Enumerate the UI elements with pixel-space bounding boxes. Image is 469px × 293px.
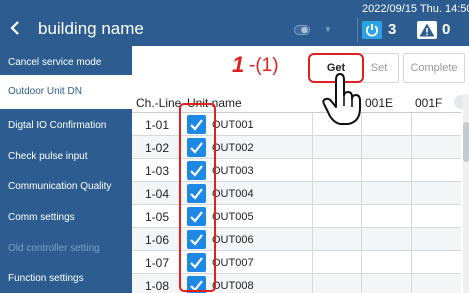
step-annotation-tag: -(1) [249,55,279,76]
unit-name-cell: OUT003 [212,165,254,177]
building-name-title: building name [38,19,144,38]
warning-icon [419,23,435,37]
ok-count: 3 [388,21,397,38]
warning-status-badge[interactable] [417,21,437,39]
grid-line [312,113,313,293]
ch-line-cell: 1-07 [145,256,170,270]
unit-name-cell: OUT001 [212,119,254,131]
sidebar-item-outdoor-unit-dn[interactable]: Outdoor Unit DN [0,75,132,109]
top-header: building name ▼ 2022/09/15 Thu. 14:50 3 … [0,0,469,46]
unit-name-cell: OUT004 [212,188,254,200]
power-icon [365,24,379,37]
back-button[interactable] [8,20,26,40]
hand-pointer-icon [322,73,361,125]
checkbox-column-highlight [179,103,216,292]
ch-line-cell: 1-08 [145,279,170,293]
scrollbar-thumb[interactable] [463,122,469,162]
sidebar-item-communication-quality[interactable]: Communication Quality [0,170,132,204]
grid-line [411,113,412,293]
ch-line-cell: 1-04 [145,187,170,201]
column-header-001f: 001F [415,96,443,110]
ch-line-cell: 1-01 [145,118,170,132]
power-status-badge[interactable] [362,21,382,39]
ch-line-cell: 1-06 [145,233,170,247]
column-header-001e: 001E [365,96,394,110]
unit-name-cell: OUT005 [212,211,254,223]
sidebar-item-old-controller-setting: Old controller setting [0,232,132,266]
sidebar-item-digital-io-confirmation[interactable]: Digtal IO Confirmation [0,109,132,143]
sidebar-item-comm-settings[interactable]: Comm settings [0,201,132,235]
step-annotation-number: 1 [232,52,245,77]
ch-line-cell: 1-02 [145,141,170,155]
vertical-scrollbar[interactable] [463,94,469,293]
toggle-icon[interactable] [294,24,310,36]
sidebar-item-check-pulse-input[interactable]: Check pulse input [0,140,132,174]
unit-name-cell: OUT006 [212,234,254,246]
unit-name-cell: OUT007 [212,257,254,269]
set-button[interactable]: Set [359,53,399,83]
ch-line-cell: 1-03 [145,164,170,178]
chevron-left-icon [10,21,19,35]
column-header-ch-line: Ch.-Line [136,96,182,110]
grid-line [361,113,362,293]
sidebar: Cancel service mode Outdoor Unit DN Digt… [0,46,132,293]
unit-name-cell: OUT002 [212,142,254,154]
ch-line-cell: 1-05 [145,210,170,224]
sidebar-item-function-settings[interactable]: Function settings [0,262,132,293]
datetime-display: 2022/09/15 Thu. 14:50 [362,3,469,15]
unit-name-cell: OUT008 [212,280,254,292]
caret-down-icon[interactable]: ▼ [324,24,332,36]
warning-count: 0 [442,21,451,38]
complete-button[interactable]: Complete [403,53,465,83]
main-panel: 1 -(1) Set Complete Get Ch.-Line Unit na… [132,46,469,293]
header-divider [357,18,358,42]
